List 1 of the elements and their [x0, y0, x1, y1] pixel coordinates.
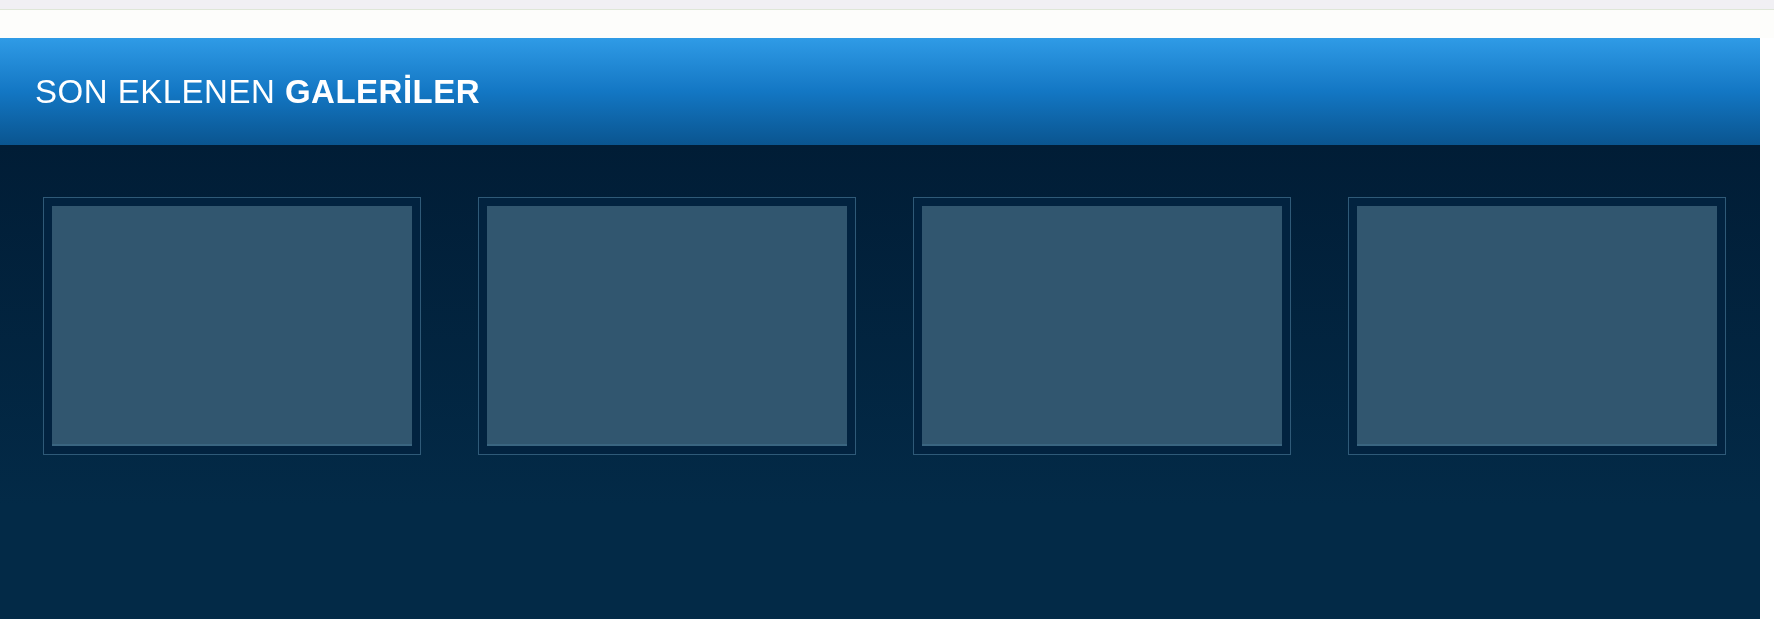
- section-title: SON EKLENEN GALERİLER: [35, 71, 481, 112]
